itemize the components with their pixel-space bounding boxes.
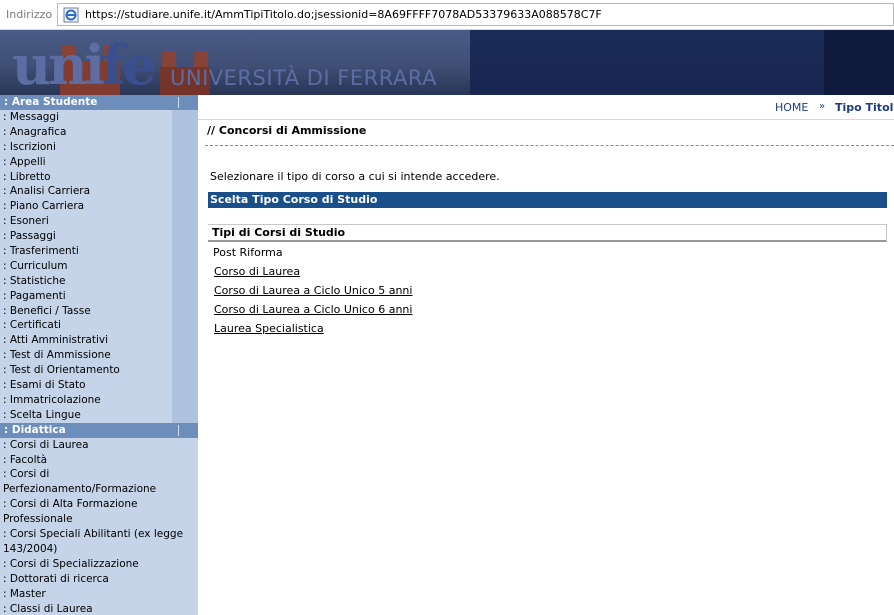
sidebar-item[interactable]: : Immatricolazione xyxy=(3,393,172,408)
sidebar-item[interactable]: : Corsi Speciali Abilitanti (ex legge 14… xyxy=(3,527,198,557)
sidebar-item[interactable]: : Trasferimenti xyxy=(3,244,172,259)
breadcrumb-current: Tipo Titolo xyxy=(835,101,894,114)
collapse-icon[interactable] xyxy=(178,424,186,436)
section-bar: Scelta Tipo Corso di Studio xyxy=(208,192,887,208)
group-label: Post Riforma xyxy=(213,246,283,259)
sidebar-item[interactable]: : Statistiche xyxy=(3,274,172,289)
sidebar-item[interactable]: : Anagrafica xyxy=(3,125,172,140)
sidebar-item[interactable]: : Piano Carriera xyxy=(3,199,172,214)
breadcrumb-separator: » xyxy=(819,101,826,112)
sidebar-item[interactable]: : Esoneri xyxy=(3,214,172,229)
course-link-ciclo-unico-6[interactable]: Corso di Laurea a Ciclo Unico 6 anni xyxy=(214,303,412,316)
sidebar-item[interactable]: : Facoltà xyxy=(3,453,198,468)
banner-dark-area xyxy=(470,30,894,95)
course-link-laurea-specialistica[interactable]: Laurea Specialistica xyxy=(214,322,324,335)
url-field[interactable]: https://studiare.unife.it/AmmTipiTitolo.… xyxy=(57,3,894,26)
ie-page-icon xyxy=(63,7,79,23)
sidebar-item[interactable]: : Messaggi xyxy=(3,110,172,125)
divider xyxy=(205,145,894,146)
table-header: Tipi di Corsi di Studio xyxy=(208,224,887,242)
sidebar-item[interactable]: : Corsi di Laurea xyxy=(3,438,198,453)
sidebar-item[interactable]: : Analisi Carriera xyxy=(3,184,172,199)
url-text: https://studiare.unife.it/AmmTipiTitolo.… xyxy=(85,8,602,21)
collapse-icon[interactable] xyxy=(178,97,186,108)
sidebar-item[interactable]: : Libretto xyxy=(3,170,172,185)
sidebar-item[interactable]: : Atti Amministrativi xyxy=(3,333,172,348)
sidebar-item[interactable]: : Corsi di Perfezionamento/Formazione xyxy=(3,467,198,497)
sidebar-item[interactable]: : Curriculum xyxy=(3,259,172,274)
sidebar-section-didattica[interactable]: : Didattica xyxy=(0,422,198,438)
sidebar-item[interactable]: : Dottorati di ricerca xyxy=(3,572,198,587)
sidebar-item[interactable]: : Iscrizioni xyxy=(3,140,172,155)
sidebar-item[interactable]: : Appelli xyxy=(3,155,172,170)
sidebar-item[interactable]: : Test di Ammissione xyxy=(3,348,172,363)
instruction-text: Selezionare il tipo di corso a cui si in… xyxy=(210,170,500,183)
course-link-ciclo-unico-5[interactable]: Corso di Laurea a Ciclo Unico 5 anni xyxy=(214,284,412,297)
sidebar-item[interactable]: : Benefici / Tasse xyxy=(3,304,172,319)
sidebar-item[interactable]: : Test di Orientamento xyxy=(3,363,172,378)
sidebar: : Area Studente : Messaggi: Anagrafica: … xyxy=(0,95,198,615)
sidebar-item[interactable]: : Corsi di Alta Formazione Professionale xyxy=(3,497,198,527)
university-name: UNIVERSITÀ DI FERRARA xyxy=(170,66,437,90)
sidebar-item[interactable]: : Classi di Laurea xyxy=(3,602,198,615)
sidebar-list-area-studente: : Messaggi: Anagrafica: Iscrizioni: Appe… xyxy=(0,110,185,423)
sidebar-item[interactable]: : Certificati xyxy=(3,318,172,333)
page-title: // Concorsi di Ammissione xyxy=(207,124,367,137)
sidebar-list-didattica: : Corsi di Laurea: Facoltà: Corsi di Per… xyxy=(0,437,198,615)
sidebar-item[interactable]: : Master xyxy=(3,587,198,602)
sidebar-section-area-studente[interactable]: : Area Studente xyxy=(0,95,198,110)
course-link-corso-di-laurea[interactable]: Corso di Laurea xyxy=(214,265,300,278)
breadcrumb-home-link[interactable]: HOME xyxy=(775,101,808,114)
sidebar-item[interactable]: : Scelta Lingue xyxy=(3,408,172,423)
browser-address-bar: Indirizzo https://studiare.unife.it/AmmT… xyxy=(0,0,894,30)
address-label: Indirizzo xyxy=(6,8,53,21)
sidebar-item[interactable]: : Pagamenti xyxy=(3,289,172,304)
header-banner: unife UNIVERSITÀ DI FERRARA xyxy=(0,30,894,95)
sidebar-item[interactable]: : Passaggi xyxy=(3,229,172,244)
sidebar-item[interactable]: : Corsi di Specializzazione xyxy=(3,557,198,572)
breadcrumb: HOME » Tipo Titolo xyxy=(198,95,894,120)
sidebar-item[interactable]: : Esami di Stato xyxy=(3,378,172,393)
unife-logo[interactable]: unife xyxy=(12,36,157,94)
